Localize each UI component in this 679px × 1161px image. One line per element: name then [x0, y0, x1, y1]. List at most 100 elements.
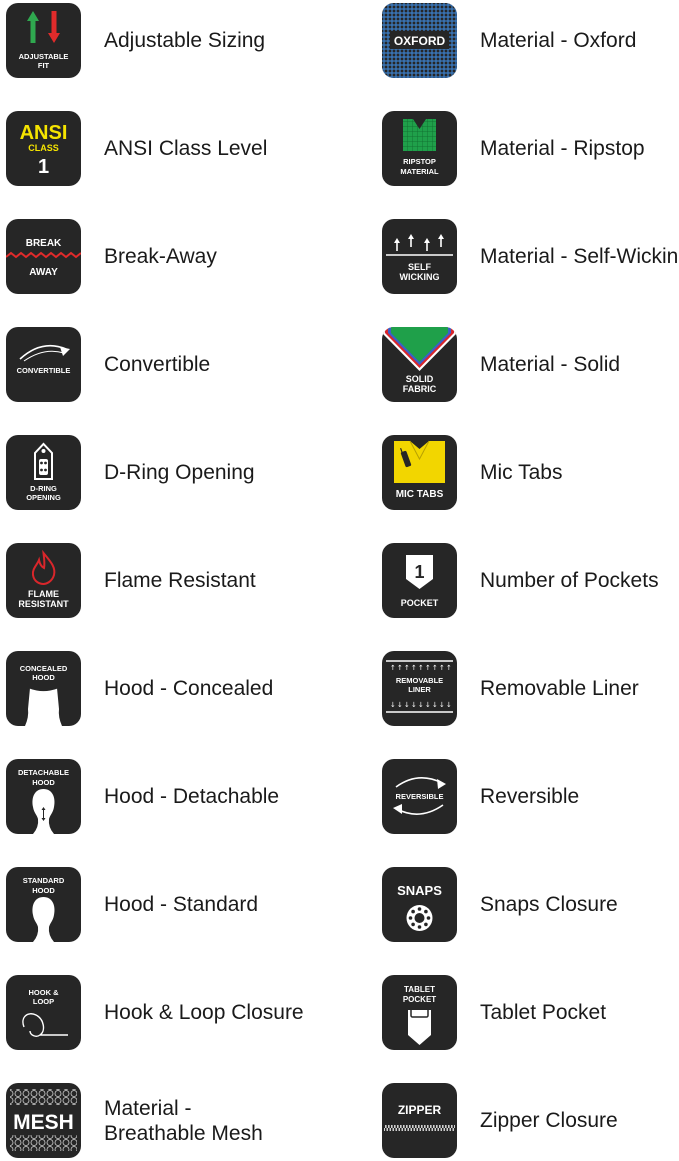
icon-text: D-RING [30, 484, 57, 493]
icon-text: REVERSIBLE [396, 792, 444, 801]
feature-number-of-pockets: 1 POCKET Number of Pockets [382, 543, 679, 619]
feature-label: Material - Oxford [480, 29, 637, 52]
icon-text: ZIPPER [398, 1103, 442, 1117]
svg-text:↓: ↓ [404, 701, 410, 709]
icon-text: FIT [38, 61, 50, 70]
feature-hook-and-loop: HOOK & LOOP Hook & Loop Closure [6, 975, 346, 1051]
hook-and-loop-icon: HOOK & LOOP [6, 975, 81, 1050]
feature-reversible: REVERSIBLE Reversible [382, 759, 679, 835]
icon-text: MATERIAL [400, 167, 439, 176]
concealed-hood-icon: CONCEALED HOOD [6, 651, 81, 726]
adjustable-fit-icon: ADJUSTABLE FIT [6, 3, 81, 78]
ripstop-icon: RIPSTOP MATERIAL [382, 111, 457, 186]
feature-hood-standard: STANDARD HOOD Hood - Standard [6, 867, 346, 943]
icon-text: SOLID [406, 374, 434, 384]
svg-text:↓: ↓ [390, 701, 396, 709]
mic-tabs-icon: MIC TABS [382, 435, 457, 510]
feature-material-oxford: OXFORD Material - Oxford [382, 3, 679, 79]
svg-text:↓: ↓ [411, 701, 417, 709]
feature-label: Material - Ripstop [480, 137, 645, 160]
feature-label: Material - Breathable Mesh [104, 1083, 263, 1158]
break-away-icon: BREAK AWAY [6, 219, 81, 294]
icon-text: AWAY [29, 267, 58, 278]
feature-material-self-wicking: SELF WICKING Material - Self-Wicking [382, 219, 679, 295]
icon-text: 1 [414, 562, 424, 582]
svg-text:↑: ↑ [390, 664, 396, 672]
icon-text: POCKET [401, 598, 439, 608]
feature-label: Removable Liner [480, 677, 639, 700]
feature-label: Hook & Loop Closure [104, 1001, 304, 1024]
feature-label: Convertible [104, 353, 211, 376]
feature-flame-resistant: FLAME RESISTANT Flame Resistant [6, 543, 346, 619]
svg-text:↓: ↓ [397, 701, 403, 709]
svg-text:↑: ↑ [404, 664, 410, 672]
feature-ansi-class: ANSI CLASS 1 ANSI Class Level [6, 111, 346, 187]
svg-text:↓: ↓ [446, 701, 452, 709]
icon-text: HOOK & [29, 988, 60, 997]
icon-text: HOOD [32, 778, 55, 787]
icon-text: POCKET [403, 995, 436, 1004]
mesh-icon: MESH [6, 1083, 81, 1158]
icon-text: ANSI [20, 122, 68, 144]
icon-text: CLASS [28, 143, 59, 153]
feature-zipper-closure: ZIPPER Zipper Closure [382, 1083, 679, 1159]
feature-material-ripstop: RIPSTOP MATERIAL Material - Ripstop [382, 111, 679, 187]
svg-text:↓: ↓ [439, 701, 445, 709]
svg-text:↑: ↑ [432, 664, 438, 672]
icon-text: MIC TABS [396, 489, 444, 500]
feature-label: Adjustable Sizing [104, 29, 266, 52]
icon-text: DETACHABLE [18, 768, 69, 777]
feature-label: Material - Self-Wicking [480, 245, 679, 268]
feature-label: Hood - Concealed [104, 677, 274, 700]
icon-text: RIPSTOP [403, 157, 436, 166]
svg-text:↓: ↓ [425, 701, 431, 709]
icon-text: CONVERTIBLE [17, 366, 71, 375]
tablet-pocket-icon: TABLET POCKET [382, 975, 457, 1050]
feature-label: Flame Resistant [104, 569, 256, 592]
feature-hood-detachable: DETACHABLE HOOD Hood - Detachable [6, 759, 346, 835]
icon-text: LINER [408, 685, 431, 694]
feature-label-line: Breathable Mesh [104, 1121, 263, 1145]
feature-label: ANSI Class Level [104, 137, 268, 160]
feature-adjustable-sizing: ADJUSTABLE FIT Adjustable Sizing [6, 3, 346, 79]
feature-label: Reversible [480, 785, 580, 808]
feature-label: Hood - Detachable [104, 785, 280, 808]
icon-text: FABRIC [403, 384, 437, 394]
icon-text: CONCEALED [20, 664, 68, 673]
icon-text: 1 [38, 156, 49, 178]
svg-text:↑: ↑ [411, 664, 417, 672]
icon-text: OPENING [26, 493, 61, 502]
feature-convertible: CONVERTIBLE Convertible [6, 327, 346, 403]
icon-text: OXFORD [394, 34, 446, 48]
icon-text: REMOVABLE [396, 676, 443, 685]
icon-text: FLAME [28, 589, 59, 599]
svg-text:↓: ↓ [418, 701, 424, 709]
icon-text: ADJUSTABLE [19, 52, 69, 61]
icon-text: WICKING [400, 272, 440, 282]
feature-breathable-mesh: MESH Material - Breathable Mesh [6, 1083, 346, 1159]
svg-text:↓: ↓ [432, 701, 438, 709]
feature-label: Hood - Standard [104, 893, 259, 916]
icon-text: STANDARD [23, 876, 65, 885]
svg-text:↑: ↑ [425, 664, 431, 672]
feature-removable-liner: ↑ ↑ ↑ ↑ ↑ ↑ ↑ ↑ ↑ ↓ ↓ ↓ ↓ ↓ ↓ ↓ ↓ ↓ REMOVABLE LINER Re… [382, 651, 679, 727]
icon-text: HOOD [32, 673, 55, 682]
d-ring-opening-icon: D-RING OPENING [6, 435, 81, 510]
svg-text:↑: ↑ [446, 664, 452, 672]
solid-fabric-icon: SOLID FABRIC [382, 327, 457, 402]
snaps-icon: SNAPS [382, 867, 457, 942]
icon-text: TABLET [404, 985, 435, 994]
feature-snaps-closure: SNAPS Snaps Closure [382, 867, 679, 943]
feature-label: Mic Tabs [480, 461, 563, 484]
feature-label: D-Ring Opening [104, 461, 255, 484]
svg-text:↑: ↑ [439, 664, 445, 672]
oxford-icon: OXFORD [382, 3, 457, 78]
feature-label: Material - Solid [480, 353, 621, 376]
feature-mic-tabs: MIC TABS Mic Tabs [382, 435, 679, 511]
convertible-icon: CONVERTIBLE [6, 327, 81, 402]
feature-d-ring-opening: D-RING OPENING D-Ring Opening [6, 435, 346, 511]
svg-text:↑: ↑ [418, 664, 424, 672]
feature-label: Break-Away [104, 245, 217, 268]
reversible-icon: REVERSIBLE [382, 759, 457, 834]
feature-label: Number of Pockets [480, 569, 659, 592]
